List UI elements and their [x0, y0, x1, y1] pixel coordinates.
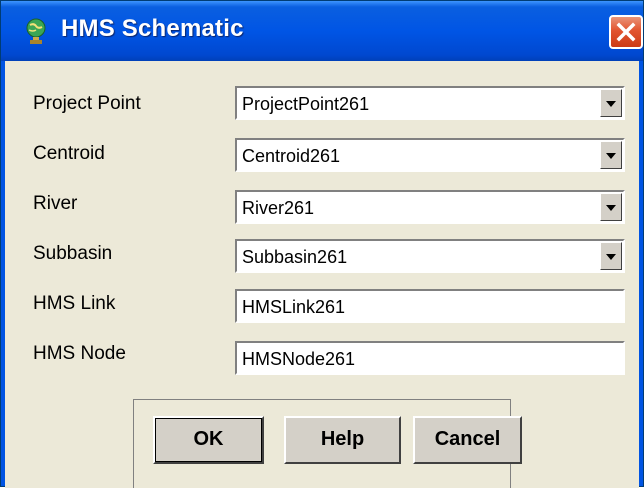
hms-node-input[interactable]: HMSNode261: [235, 341, 625, 375]
dialog-window: HMS Schematic Project Point ProjectPoint…: [0, 0, 644, 488]
chevron-down-icon: [606, 254, 616, 260]
subbasin-dropdown-button[interactable]: [600, 242, 622, 270]
hms-node-value: HMSNode261: [242, 349, 356, 369]
ok-button[interactable]: OK: [153, 416, 264, 464]
cancel-button-label: Cancel: [434, 428, 501, 450]
hms-node-label: HMS Node: [33, 343, 126, 364]
cancel-button[interactable]: Cancel: [413, 416, 522, 464]
centroid-label: Centroid: [33, 143, 105, 164]
chevron-down-icon: [606, 101, 616, 107]
project-point-label: Project Point: [33, 93, 141, 114]
river-dropdown-button[interactable]: [600, 193, 622, 221]
hms-link-label: HMS Link: [33, 293, 116, 314]
project-point-dropdown-button[interactable]: [600, 89, 622, 117]
window-title: HMS Schematic: [61, 15, 244, 42]
chevron-down-icon: [606, 153, 616, 159]
help-button[interactable]: Help: [284, 416, 401, 464]
hms-link-value: HMSLink261: [242, 297, 346, 317]
river-value: River261: [242, 198, 315, 218]
ok-button-label: OK: [193, 428, 224, 450]
subbasin-combo[interactable]: Subbasin261: [235, 239, 625, 273]
project-point-combo[interactable]: ProjectPoint261: [235, 86, 625, 120]
globe-pin-icon: [26, 18, 46, 44]
hms-link-input[interactable]: HMSLink261: [235, 289, 625, 323]
close-icon: [616, 22, 636, 42]
river-label: River: [33, 193, 78, 214]
river-combo[interactable]: River261: [235, 190, 625, 224]
title-bar[interactable]: HMS Schematic: [1, 1, 643, 61]
close-button[interactable]: [609, 15, 643, 49]
chevron-down-icon: [606, 205, 616, 211]
subbasin-value: Subbasin261: [242, 247, 348, 267]
centroid-combo[interactable]: Centroid261: [235, 138, 625, 172]
help-button-label: Help: [320, 428, 365, 450]
centroid-dropdown-button[interactable]: [600, 141, 622, 169]
centroid-value: Centroid261: [242, 146, 341, 166]
project-point-value: ProjectPoint261: [242, 94, 370, 114]
subbasin-label: Subbasin: [33, 243, 113, 264]
